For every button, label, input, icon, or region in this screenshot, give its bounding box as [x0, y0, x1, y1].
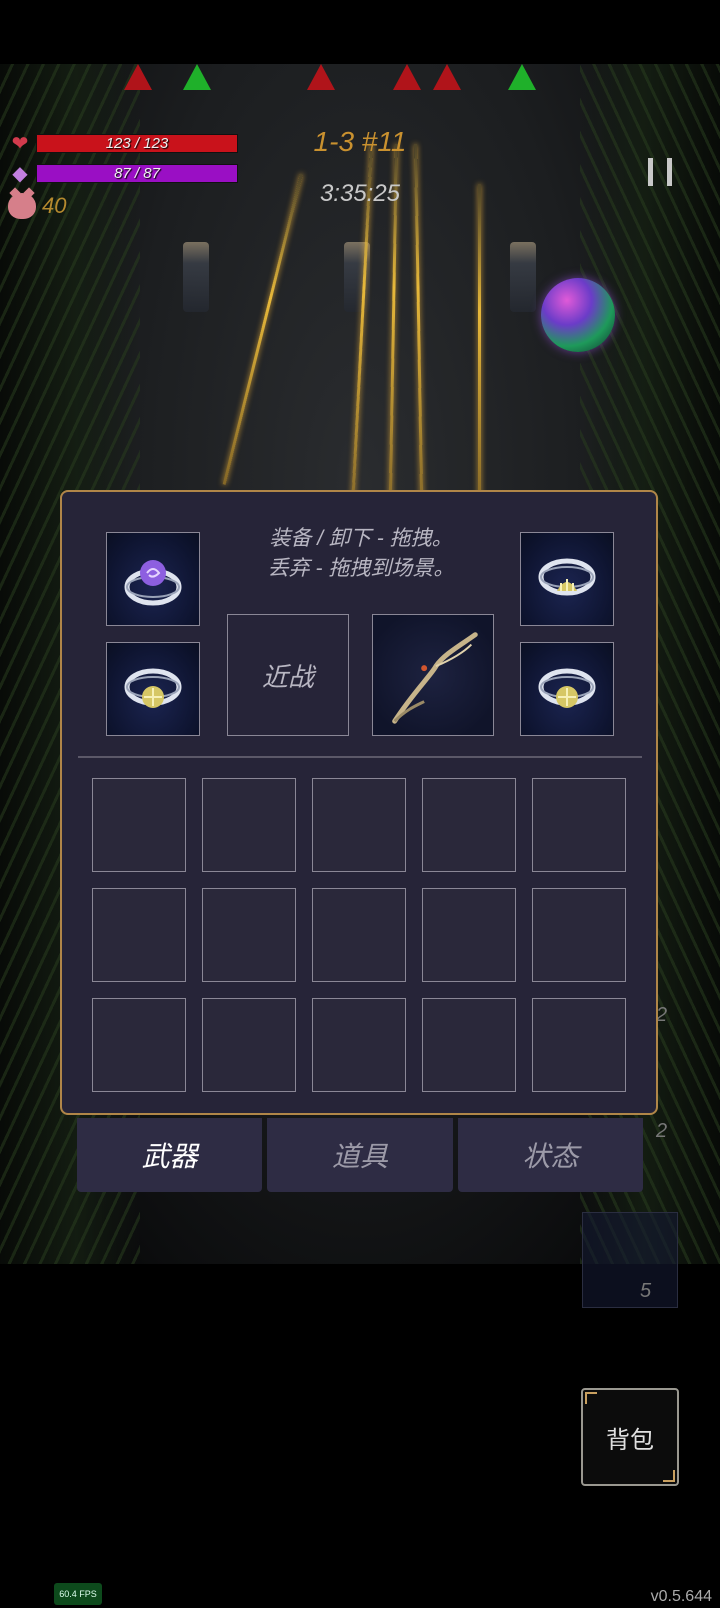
weapon-slot[interactable] [372, 614, 494, 736]
tab-items[interactable]: 道具 [267, 1118, 453, 1192]
magic-orb [541, 278, 615, 352]
inventory-slot[interactable] [202, 778, 296, 872]
health-row: ❤ 123 / 123 [8, 132, 238, 155]
equip-slot-ring[interactable] [106, 532, 200, 626]
side-count: 2 [656, 1120, 668, 1142]
golden-ring-icon [538, 558, 596, 596]
stage-label: 1-3 #11 [313, 126, 407, 157]
inventory-slot[interactable] [532, 998, 626, 1092]
offscreen-ally-marker [508, 64, 536, 90]
inventory-slot[interactable] [312, 778, 406, 872]
heart-icon: ❤ [11, 132, 29, 155]
melee-slot[interactable]: 近战 [227, 614, 349, 736]
golden-ring-icon [538, 668, 596, 708]
equip-slot-ring[interactable] [106, 642, 200, 736]
offscreen-ally-marker [183, 64, 211, 90]
pause-icon [648, 158, 653, 186]
skill-card [582, 1212, 678, 1308]
inventory-slot[interactable] [422, 778, 516, 872]
purple-ring-icon [124, 560, 182, 606]
mana-bar: 87 / 87 [36, 163, 238, 183]
arrow-beam [478, 184, 481, 504]
side-count: 5 [640, 1280, 652, 1302]
tab-weapons[interactable]: 武器 [77, 1118, 263, 1192]
inventory-slot[interactable] [92, 998, 186, 1092]
inventory-slot[interactable] [532, 888, 626, 982]
version-label: v0.5.644 [650, 1588, 712, 1605]
piggy-bank-icon [8, 193, 36, 219]
inventory-tabs: 武器 道具 状态 [77, 1118, 643, 1192]
equip-slot-ring[interactable] [520, 642, 614, 736]
panel-divider [78, 756, 642, 758]
backpack-button[interactable]: 背包 [581, 1388, 679, 1486]
coin-counter: 40 [8, 192, 66, 220]
mana-row: ◆ 87 / 87 [8, 162, 238, 185]
inventory-slot[interactable] [532, 778, 626, 872]
inventory-slot[interactable] [422, 998, 516, 1092]
inventory-slot[interactable] [202, 998, 296, 1092]
equip-slot-ring[interactable] [520, 532, 614, 626]
inventory-slot[interactable] [92, 778, 186, 872]
inventory-slot[interactable] [92, 888, 186, 982]
inventory-slot[interactable] [422, 888, 516, 982]
golden-ring-icon [124, 668, 182, 708]
inventory-grid [92, 778, 626, 1092]
enemy-totem [183, 242, 209, 312]
instruction-line: 装备 / 卸下 - 拖拽。 [269, 527, 453, 550]
bow-icon [392, 632, 478, 724]
offscreen-enemy-marker [393, 64, 421, 90]
inventory-slot[interactable] [312, 998, 406, 1092]
inventory-slot[interactable] [202, 888, 296, 982]
offscreen-enemy-marker [124, 64, 152, 90]
offscreen-enemy-marker [433, 64, 461, 90]
offscreen-enemy-marker [307, 64, 335, 90]
arrow-beam [222, 173, 303, 485]
fps-counter: 60.4 FPS [54, 1583, 102, 1605]
inventory-slot[interactable] [312, 888, 406, 982]
instruction-line: 丢弃 - 拖拽到场景。 [267, 557, 455, 580]
tab-status[interactable]: 状态 [457, 1118, 643, 1192]
inventory-panel: 装备 / 卸下 - 拖拽。 丢弃 - 拖拽到场景。 近战 [60, 490, 658, 1115]
game-timer: 3:35:25 [319, 180, 401, 207]
pause-button[interactable] [648, 158, 672, 188]
enemy-totem [510, 242, 536, 312]
coin-count: 40 [42, 193, 67, 218]
health-bar: 123 / 123 [36, 133, 238, 153]
equip-instructions: 装备 / 卸下 - 拖拽。 丢弃 - 拖拽到场景。 [237, 524, 485, 584]
crystal-icon: ◆ [12, 162, 28, 185]
